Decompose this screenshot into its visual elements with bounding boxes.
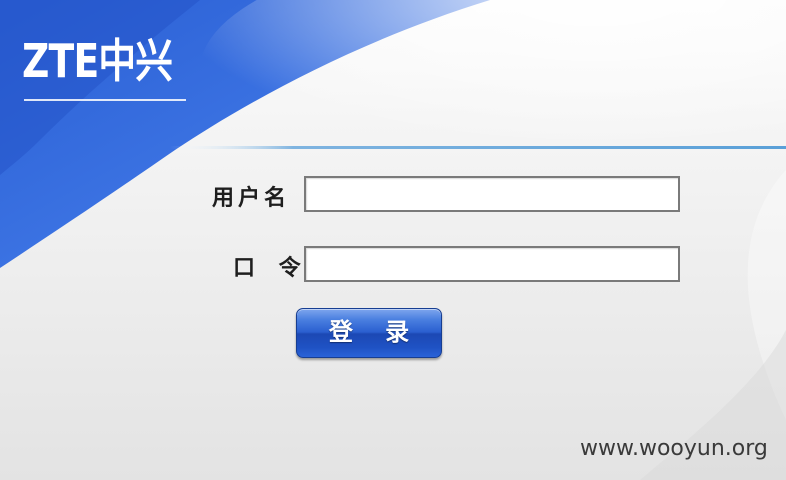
zte-logo: ZTE中兴 [22, 30, 188, 102]
logo-text: ZTE中兴 [22, 34, 173, 88]
logo-underline [24, 99, 186, 101]
login-button[interactable]: 登 录 [296, 308, 442, 358]
username-input[interactable] [304, 176, 680, 212]
password-input[interactable] [304, 246, 680, 282]
watermark-text: www.wooyun.org [580, 436, 768, 461]
password-label: 口 令 [233, 256, 309, 281]
username-label: 用户名 [212, 186, 291, 211]
